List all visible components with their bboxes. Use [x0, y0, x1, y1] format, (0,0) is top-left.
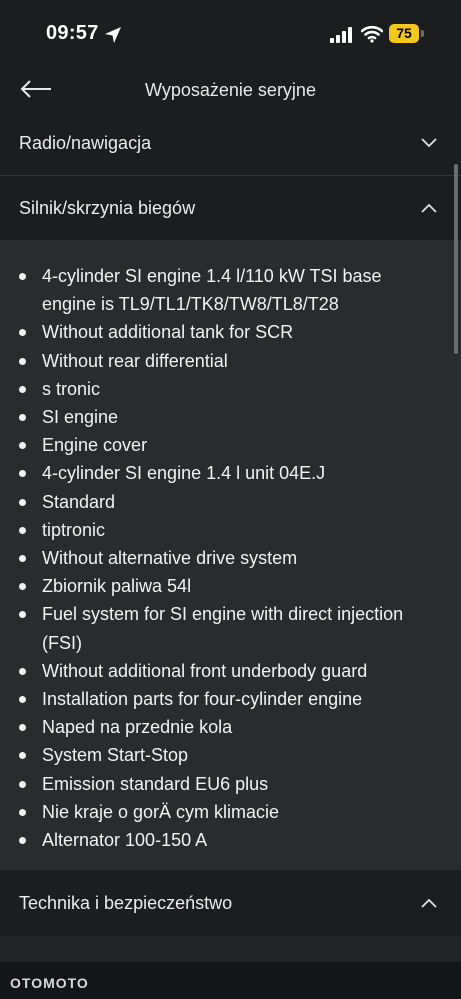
chevron-up-icon: [421, 203, 437, 213]
list-item: Installation parts for four-cylinder eng…: [0, 685, 422, 713]
section-radio-navigation[interactable]: Radio/nawigacja: [0, 112, 461, 174]
watermark-logo: OTOMOTO: [10, 975, 89, 991]
engine-equipment-panel: 4-cylinder SI engine 1.4 l/110 kW TSI ba…: [0, 240, 461, 870]
section-engine-gearbox[interactable]: Silnik/skrzynia biegów: [0, 176, 461, 240]
list-item: 4-cylinder SI engine 1.4 l unit 04E.J: [0, 459, 422, 487]
chevron-up-icon: [421, 898, 437, 908]
list-item: System Start-Stop: [0, 741, 422, 769]
battery-cap: [421, 30, 424, 37]
list-item: Without rear differential: [0, 347, 422, 375]
cellular-signal-icon: [330, 27, 352, 43]
list-item: Emission standard EU6 plus: [0, 770, 422, 798]
list-item: Without additional front underbody guard: [0, 657, 422, 685]
wifi-icon: [361, 25, 383, 43]
status-time: 09:57: [46, 22, 99, 44]
list-item: 4-cylinder SI engine 1.4 l/110 kW TSI ba…: [0, 262, 422, 318]
scrollbar[interactable]: [454, 164, 458, 354]
status-bar: 09:57 75: [0, 0, 461, 68]
section-label: Radio/nawigacja: [19, 132, 152, 153]
battery-indicator: 75: [389, 24, 419, 43]
section-label: Silnik/skrzynia biegów: [19, 197, 196, 218]
chevron-down-icon: [421, 138, 437, 148]
list-item: Without additional tank for SCR: [0, 318, 422, 346]
section-label: Technika i bezpieczeństwo: [19, 892, 233, 913]
list-item: Nie kraje o gorÄ cym klimacie: [0, 798, 422, 826]
page-title: Wyposażenie seryjne: [145, 80, 316, 100]
app-header: Wyposażenie seryjne: [0, 68, 461, 112]
section-technology-safety[interactable]: Technika i bezpieczeństwo: [0, 870, 461, 936]
equipment-list: 4-cylinder SI engine 1.4 l/110 kW TSI ba…: [0, 262, 422, 854]
list-item: Fuel system for SI engine with direct in…: [0, 600, 422, 656]
list-item: Standard: [0, 488, 422, 516]
list-item: Alternator 100-150 A: [0, 826, 422, 854]
list-item: Naped na przednie kola: [0, 713, 422, 741]
list-item: Without alternative drive system: [0, 544, 422, 572]
location-arrow-icon: [105, 27, 121, 43]
list-item: Zbiornik paliwa 54l: [0, 572, 422, 600]
list-item: s tronic: [0, 375, 422, 403]
list-item: Engine cover: [0, 431, 422, 459]
list-item: tiptronic: [0, 516, 422, 544]
list-item: SI engine: [0, 403, 422, 431]
